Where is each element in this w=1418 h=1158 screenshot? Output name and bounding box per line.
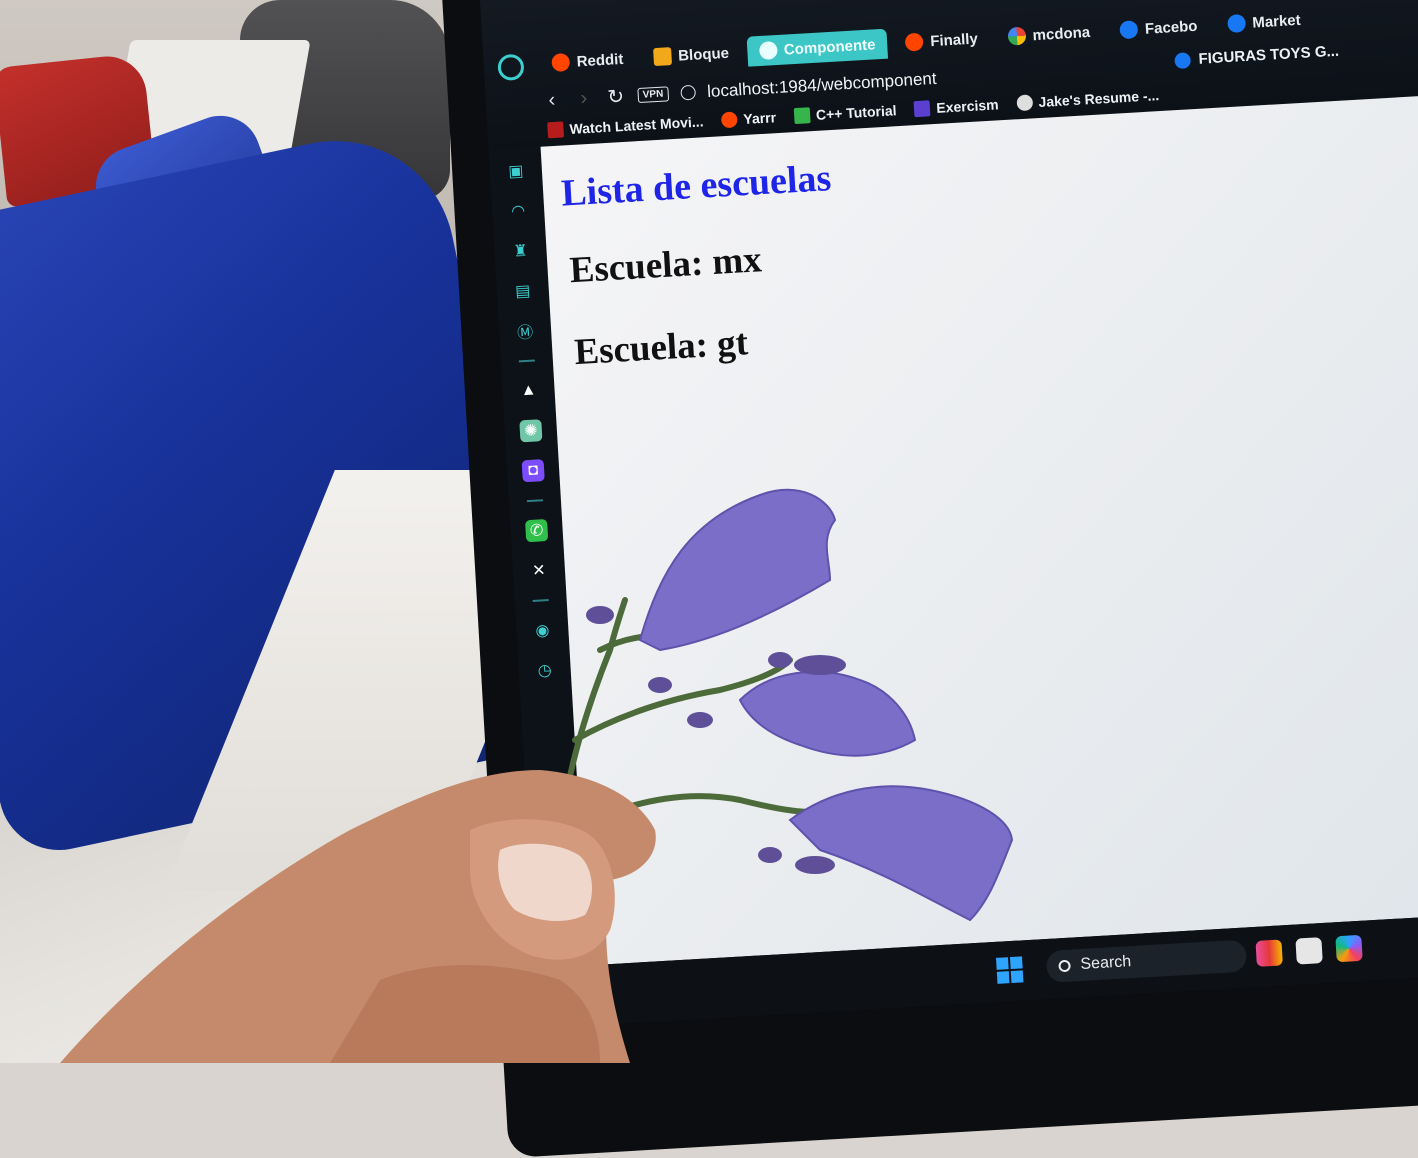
bookmark-cpp[interactable]: C++ Tutorial xyxy=(793,102,897,125)
chatgpt-icon[interactable]: ✺ xyxy=(519,419,543,443)
facebook-icon xyxy=(1119,20,1139,40)
bookmark-yarrr[interactable]: Yarrr xyxy=(720,109,777,129)
bloque-icon xyxy=(652,47,672,67)
tab-facebook[interactable]: Facebo xyxy=(1107,10,1210,46)
tab-label: Facebo xyxy=(1144,17,1198,38)
tab-componente[interactable]: Componente xyxy=(746,28,889,67)
bookmark-movies[interactable]: Watch Latest Movi... xyxy=(547,113,704,139)
sidebar-divider xyxy=(526,499,543,503)
tab-bloque[interactable]: Bloque xyxy=(640,37,741,73)
tab-label: mcdona xyxy=(1032,23,1091,44)
web-page: Lista de escuelas Escuela: mx Escuela: g… xyxy=(540,93,1418,966)
bookmark-label: Yarrr xyxy=(742,109,777,128)
x-icon[interactable]: ✕ xyxy=(527,559,550,582)
cpp-icon xyxy=(793,107,811,125)
windows-start-icon[interactable] xyxy=(995,956,1024,984)
reload-icon[interactable]: ↻ xyxy=(605,84,626,110)
bookmark-label: Jake's Resume -... xyxy=(1038,87,1160,111)
laptop-screen: Reddit Bloque Componente Finally mcdona … xyxy=(480,0,1418,1029)
tab-mcdona[interactable]: mcdona xyxy=(995,16,1103,52)
google-icon xyxy=(1007,26,1027,46)
school-item: Escuela: gt xyxy=(573,322,750,374)
tab-label: Reddit xyxy=(576,50,624,71)
reddit-icon xyxy=(551,52,571,72)
search-icon xyxy=(1058,959,1071,973)
url-field[interactable]: localhost:1984/webcomponent xyxy=(707,68,937,101)
search-label: Search xyxy=(1080,953,1132,974)
page-title: Lista de escuelas xyxy=(560,157,833,215)
school-item: Escuela: mx xyxy=(568,239,763,292)
tab-marketplace[interactable]: Market xyxy=(1215,4,1314,40)
history-icon[interactable]: ◠ xyxy=(507,200,530,223)
bookmark-figuras[interactable]: FIGURAS TOYS G... xyxy=(1174,43,1339,69)
bookmark-exercism[interactable]: Exercism xyxy=(913,96,1000,118)
task-view-icon[interactable] xyxy=(1295,937,1323,965)
taskbar-apps xyxy=(1255,934,1363,967)
aria-icon[interactable]: ▲ xyxy=(517,379,540,402)
taskbar-search[interactable]: Search xyxy=(1045,939,1248,983)
movies-icon xyxy=(547,121,565,139)
globe-icon xyxy=(679,84,696,101)
messenger-icon[interactable]: ◘ xyxy=(521,459,545,483)
opera-logo-icon[interactable] xyxy=(497,53,525,82)
ai-icon[interactable]: ▣ xyxy=(504,160,527,183)
vpn-badge[interactable]: VPN xyxy=(637,86,669,104)
tab-label: Componente xyxy=(783,35,876,59)
clock-icon[interactable]: ◷ xyxy=(533,659,556,682)
spotify-icon[interactable]: ◉ xyxy=(531,619,554,642)
bookmark-resume[interactable]: Jake's Resume -... xyxy=(1016,87,1160,112)
tab-reddit[interactable]: Reddit xyxy=(539,43,636,78)
tulips-widget-icon[interactable] xyxy=(1255,939,1283,967)
wallet-icon[interactable]: ▤ xyxy=(511,279,534,302)
reddit-icon xyxy=(904,32,924,52)
forward-icon[interactable]: › xyxy=(573,87,594,111)
bookmark-label: C++ Tutorial xyxy=(815,102,897,123)
exercism-icon xyxy=(913,100,931,118)
bookmark-label: Exercism xyxy=(935,96,1000,116)
bookmark-label: FIGURAS TOYS G... xyxy=(1198,42,1340,68)
sidebar-divider xyxy=(518,359,535,363)
tab-label: Finally xyxy=(929,29,979,50)
copilot-icon[interactable] xyxy=(1335,934,1363,963)
overleaf-icon xyxy=(1016,94,1033,112)
bookmark-label: Watch Latest Movi... xyxy=(569,113,704,138)
whatsapp-icon[interactable]: ✆ xyxy=(525,519,549,543)
tab-label: Bloque xyxy=(677,44,730,65)
reddit-icon xyxy=(720,111,738,129)
back-icon[interactable]: ‹ xyxy=(541,88,562,112)
tab-finally[interactable]: Finally xyxy=(893,23,991,59)
facebook-icon xyxy=(1226,13,1246,34)
facebook-icon xyxy=(1174,51,1192,69)
component-icon xyxy=(758,41,778,61)
sidebar-divider xyxy=(532,599,549,602)
tab-label: Market xyxy=(1251,11,1302,32)
extensions-icon[interactable]: ♜ xyxy=(509,239,532,262)
chip-icon[interactable]: Ⓜ xyxy=(514,319,537,343)
